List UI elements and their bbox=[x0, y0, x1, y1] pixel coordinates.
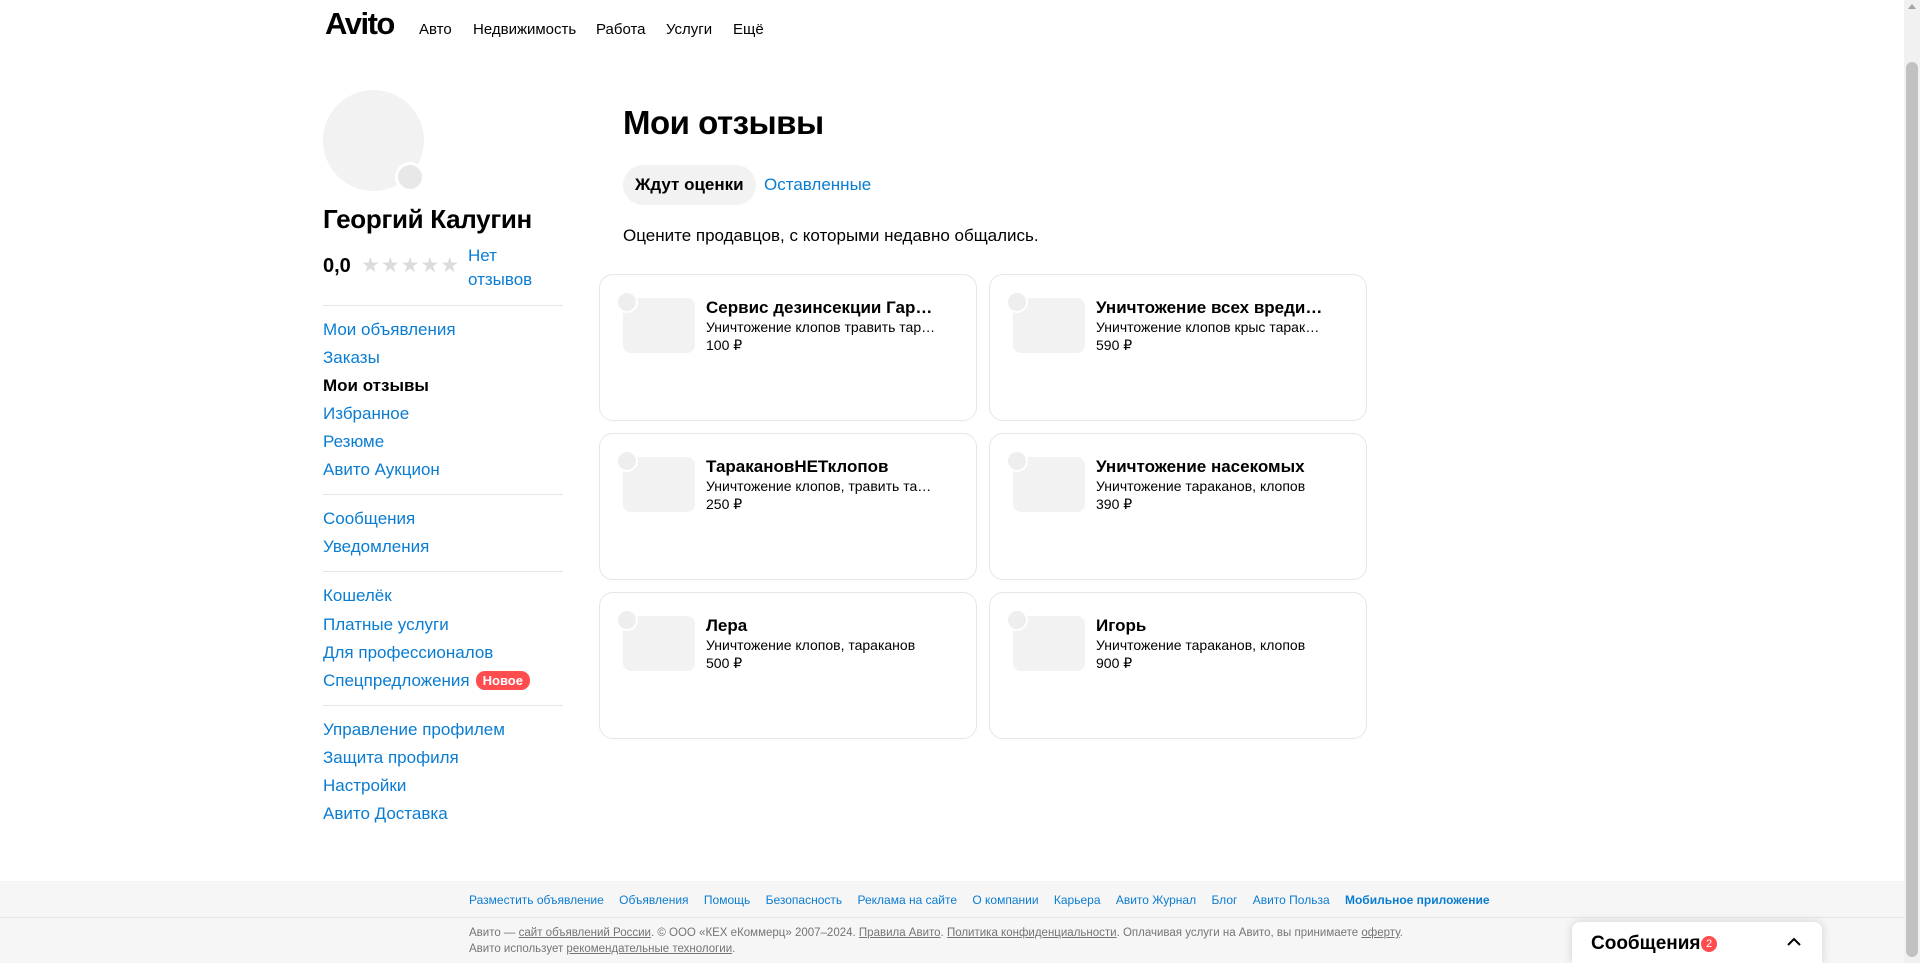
legal-link-recommendations[interactable]: рекомендательные технологии bbox=[566, 943, 732, 955]
avito-logo[interactable]: Avito bbox=[325, 6, 395, 42]
footer-link-about[interactable]: О компании bbox=[972, 893, 1038, 907]
legal-text: . Оплачивая услуги на Авито, вы принимае… bbox=[1116, 927, 1362, 939]
listing-title: Уничтожение клопов крыс тараканов bbox=[1096, 319, 1326, 335]
legal-text: Авито — bbox=[469, 927, 519, 939]
messages-widget-title: Сообщения bbox=[1591, 933, 1701, 954]
sidebar-item-favorites[interactable]: Избранное bbox=[323, 404, 409, 424]
sidebar-item-paid-services[interactable]: Платные услуги bbox=[323, 615, 449, 635]
seller-avatar bbox=[616, 609, 638, 631]
seller-card[interactable]: Уничтожение насекомых Уничтожение тарака… bbox=[989, 433, 1367, 580]
seller-avatar bbox=[616, 450, 638, 472]
sidebar-item-label: Спецпредложения bbox=[323, 671, 470, 690]
sidebar-item-orders[interactable]: Заказы bbox=[323, 348, 380, 368]
rating-stars-icon: ★★★★★ bbox=[361, 254, 461, 277]
unread-count-badge: 2 bbox=[1701, 936, 1717, 952]
top-navigation: Avito Авто Недвижимость Работа Услуги Ещ… bbox=[0, 0, 1904, 58]
seller-card[interactable]: ТаракановНЕТклопов Уничтожение клопов, т… bbox=[599, 433, 977, 580]
legal-text: . © ООО «КЕХ еКоммерц» 2007–2024. bbox=[650, 927, 859, 939]
footer-link-blog[interactable]: Блог bbox=[1211, 893, 1237, 907]
messages-widget[interactable]: Сообщения 2 bbox=[1572, 922, 1822, 963]
seller-name: Сервис дезинсекции Гараж bbox=[706, 298, 936, 317]
sidebar-item-profile-management[interactable]: Управление профилем bbox=[323, 720, 505, 740]
seller-name: ТаракановНЕТклопов bbox=[706, 457, 889, 476]
sidebar-item-settings[interactable]: Настройки bbox=[323, 776, 406, 796]
seller-avatar bbox=[1006, 450, 1028, 472]
seller-name: Уничтожение насекомых bbox=[1096, 457, 1305, 476]
page-title: Мои отзывы bbox=[623, 104, 824, 141]
sidebar-divider bbox=[323, 305, 563, 306]
nav-item-jobs[interactable]: Работа bbox=[596, 21, 646, 38]
footer-link-journal[interactable]: Авито Журнал bbox=[1116, 893, 1196, 907]
listing-title: Уничтожение клопов, тараканов bbox=[706, 637, 916, 653]
legal-link-offer[interactable]: оферту bbox=[1361, 927, 1399, 939]
new-badge: Новое bbox=[475, 671, 530, 690]
seller-avatar bbox=[1006, 291, 1028, 313]
listing-price: 250 ₽ bbox=[706, 496, 743, 512]
seller-name: Уничтожение всех вредителей bbox=[1096, 298, 1326, 317]
legal-link-site[interactable]: сайт объявлений России bbox=[519, 927, 651, 939]
seller-avatar bbox=[1006, 609, 1028, 631]
sidebar-divider bbox=[323, 705, 563, 706]
tab-awaiting-rating[interactable]: Ждут оценки bbox=[623, 165, 756, 205]
nav-item-more[interactable]: Ещё bbox=[733, 21, 764, 38]
sidebar-item-my-reviews[interactable]: Мои отзывы bbox=[323, 376, 429, 396]
scrollbar-thumb[interactable] bbox=[1906, 62, 1918, 957]
seller-card[interactable]: Сервис дезинсекции Гараж Уничтожение кло… bbox=[599, 274, 977, 421]
sidebar-item-delivery[interactable]: Авито Доставка bbox=[323, 804, 448, 824]
seller-name: Игорь bbox=[1096, 616, 1147, 635]
listing-title: Уничтожение клопов, травить тараканов bbox=[706, 478, 936, 494]
legal-text: . bbox=[732, 943, 736, 955]
listing-price: 590 ₽ bbox=[1096, 337, 1133, 353]
footer-link-safety[interactable]: Безопасность bbox=[766, 893, 843, 907]
footer-link-avito-benefit[interactable]: Авито Польза bbox=[1253, 893, 1330, 907]
listing-title: Уничтожение тараканов, клопов bbox=[1096, 478, 1306, 494]
sidebar-item-my-ads[interactable]: Мои объявления bbox=[323, 320, 456, 340]
legal-link-privacy[interactable]: Политика конфиденциальности bbox=[947, 927, 1117, 939]
sidebar-item-resume[interactable]: Резюме bbox=[323, 432, 384, 452]
sidebar-divider bbox=[323, 494, 563, 495]
rating-value: 0,0 bbox=[323, 255, 351, 277]
sidebar-item-messages[interactable]: Сообщения bbox=[323, 509, 415, 529]
footer-legal-text: Авито — сайт объявлений России. © ООО «К… bbox=[469, 925, 1419, 957]
footer-link-help[interactable]: Помощь bbox=[704, 893, 750, 907]
seller-card[interactable]: Лера Уничтожение клопов, тараканов 500 ₽ bbox=[599, 592, 977, 739]
nav-item-auto[interactable]: Авто bbox=[419, 21, 452, 38]
profile-name: Георгий Калугин bbox=[323, 204, 532, 234]
nav-item-services[interactable]: Услуги bbox=[666, 21, 712, 38]
sidebar-item-for-pros[interactable]: Для профессионалов bbox=[323, 643, 493, 663]
sidebar-item-auction[interactable]: Авито Аукцион bbox=[323, 460, 440, 480]
tab-left-reviews[interactable]: Оставленные bbox=[764, 165, 871, 205]
listing-price: 390 ₽ bbox=[1096, 496, 1133, 512]
seller-card[interactable]: Игорь Уничтожение тараканов, клопов 900 … bbox=[989, 592, 1367, 739]
hint-text: Оцените продавцов, с которыми недавно об… bbox=[623, 226, 1039, 245]
sidebar-item-profile-protection[interactable]: Защита профиля bbox=[323, 748, 459, 768]
seller-name: Лера bbox=[706, 616, 748, 635]
chevron-up-icon[interactable] bbox=[1787, 935, 1801, 949]
scrollbar[interactable] bbox=[1904, 0, 1920, 963]
seller-card[interactable]: Уничтожение всех вредителей Уничтожение … bbox=[989, 274, 1367, 421]
no-reviews-link[interactable]: Нет отзывов bbox=[468, 244, 548, 292]
listing-title: Уничтожение тараканов, клопов bbox=[1096, 637, 1306, 653]
footer-divider bbox=[0, 917, 1904, 918]
sidebar-item-notifications[interactable]: Уведомления bbox=[323, 537, 429, 557]
footer-links: Разместить объявление Объявления Помощь … bbox=[469, 893, 1502, 907]
footer-link-mobile-app[interactable]: Мобильное приложение bbox=[1345, 893, 1490, 907]
footer-link-post-ad[interactable]: Разместить объявление bbox=[469, 893, 604, 907]
footer-link-ads[interactable]: Объявления bbox=[619, 893, 688, 907]
avatar-edit-icon[interactable] bbox=[395, 162, 425, 192]
listing-price: 100 ₽ bbox=[706, 337, 743, 353]
sidebar-divider bbox=[323, 571, 563, 572]
listing-price: 500 ₽ bbox=[706, 655, 743, 671]
listing-price: 900 ₽ bbox=[1096, 655, 1133, 671]
nav-item-realty[interactable]: Недвижимость bbox=[473, 21, 576, 38]
listing-title: Уничтожение клопов травить тараканов bbox=[706, 319, 936, 335]
footer-link-advertising[interactable]: Реклама на сайте bbox=[857, 893, 957, 907]
seller-avatar bbox=[616, 291, 638, 313]
footer-link-careers[interactable]: Карьера bbox=[1054, 893, 1101, 907]
scroll-up-icon[interactable] bbox=[1908, 4, 1916, 9]
legal-link-rules[interactable]: Правила Авито bbox=[859, 927, 941, 939]
sidebar-item-special-offers[interactable]: Спецпредложения Новое bbox=[323, 671, 530, 691]
sidebar-item-wallet[interactable]: Кошелёк bbox=[323, 586, 392, 606]
